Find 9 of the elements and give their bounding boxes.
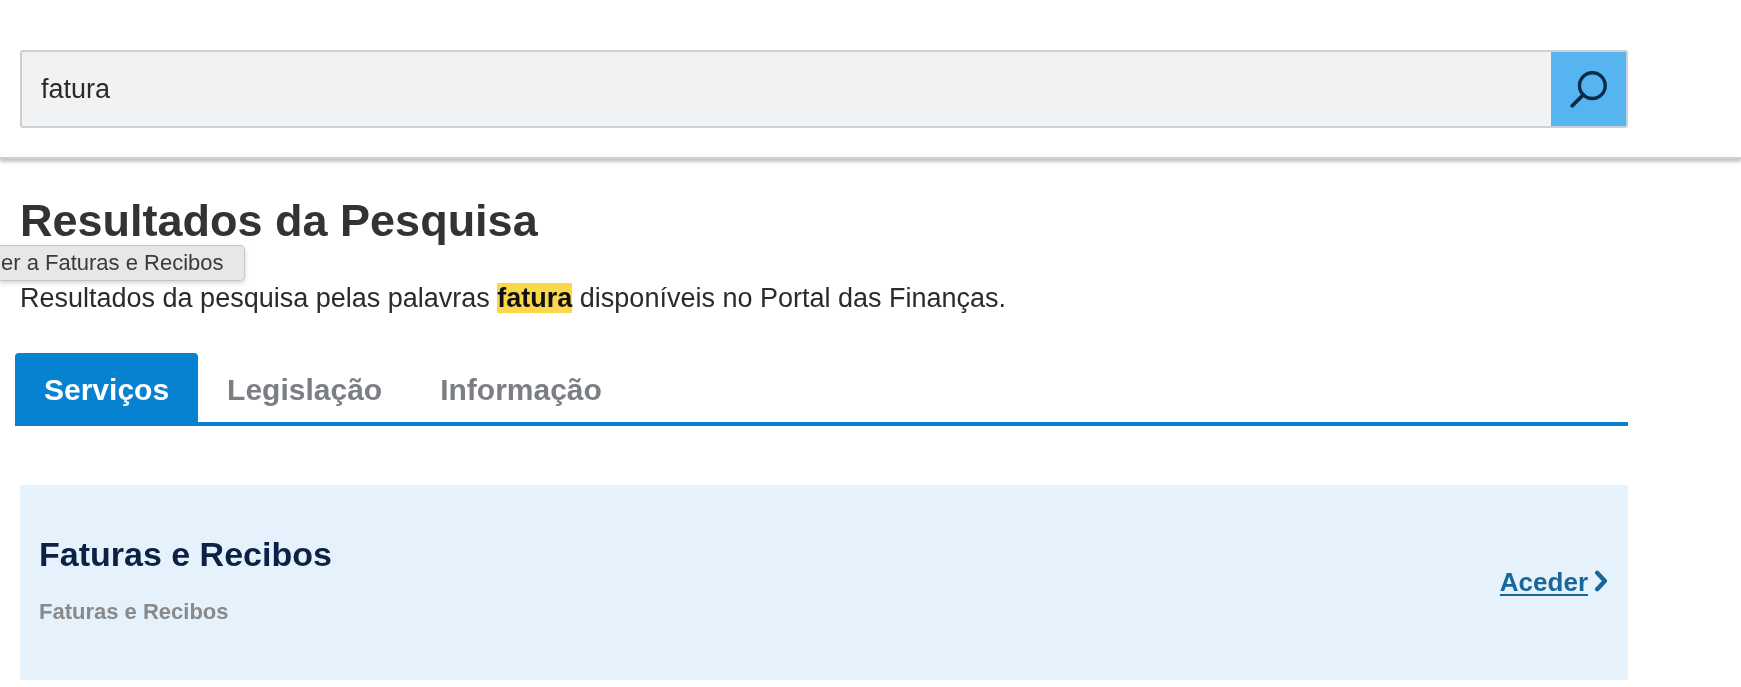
result-description: Faturas e Recibos <box>39 597 230 626</box>
tab[interactable]: Informação <box>411 353 631 422</box>
tooltip: er a Faturas e Recibos <box>0 245 245 281</box>
access-link[interactable]: Aceder <box>1499 567 1608 598</box>
tab[interactable]: Serviços <box>15 353 199 422</box>
page-heading: Resultados da Pesquisa <box>20 198 539 244</box>
result-title: Faturas e Recibos <box>39 533 332 574</box>
tab[interactable]: Legislação <box>198 353 412 422</box>
chevron-right-icon <box>1594 569 1608 592</box>
